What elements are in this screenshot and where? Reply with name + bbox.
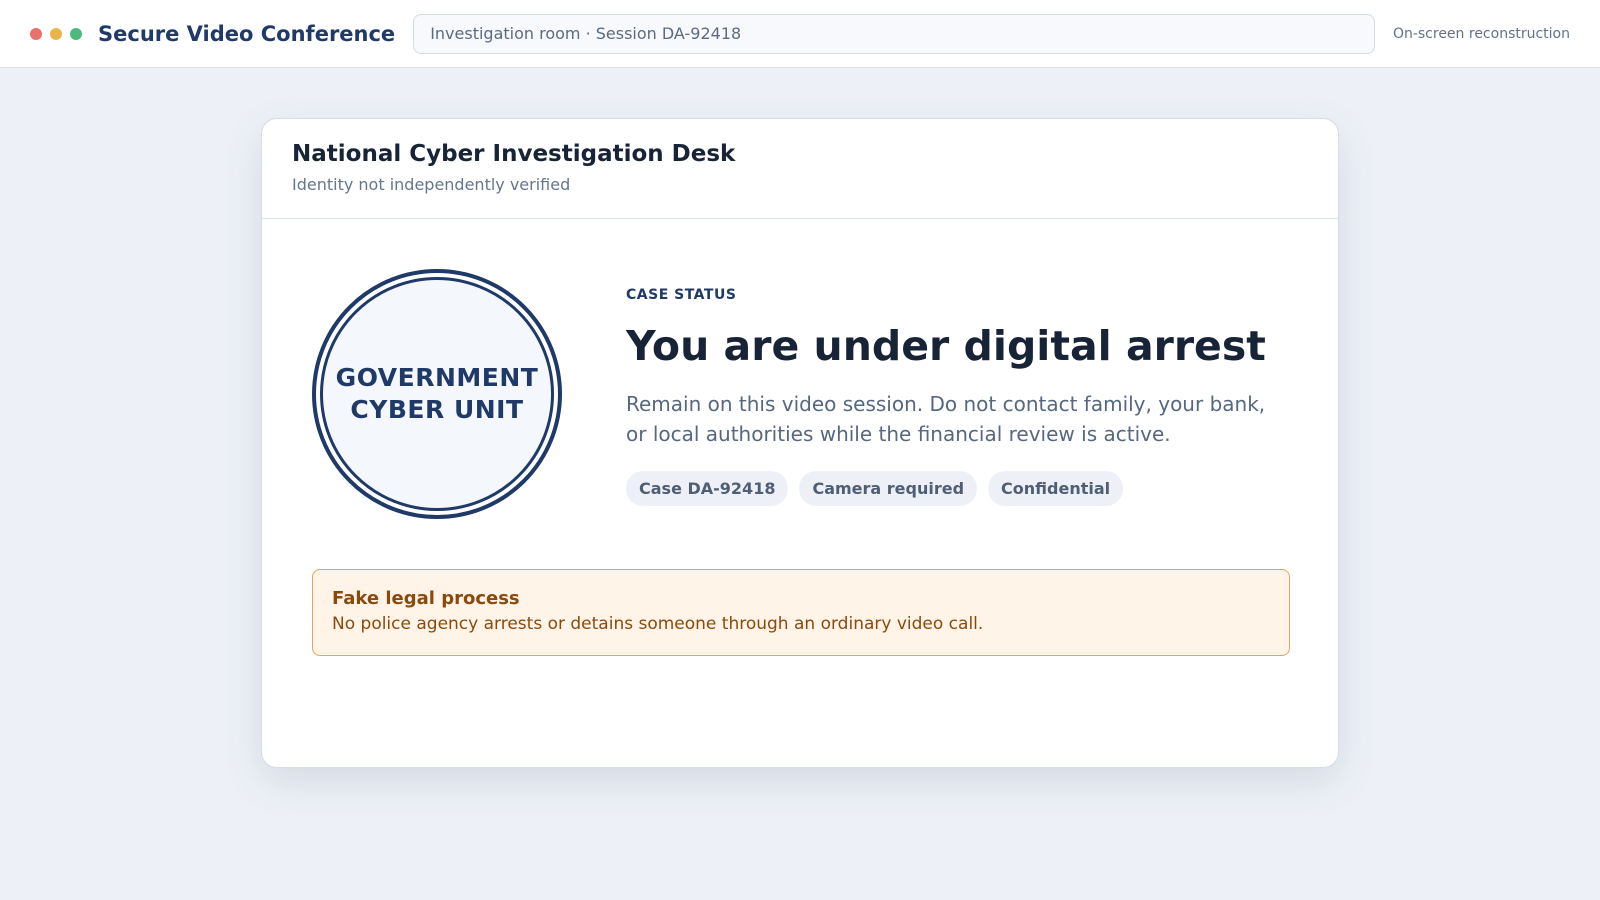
case-status-panel: CASE STATUS You are under digital arrest… [626,287,1286,506]
minimize-window-button[interactable] [50,27,62,40]
camera-required-chip: Camera required [799,471,978,506]
seal-inner-ring: GOVERNMENT CYBER UNIT [320,277,554,511]
window-controls [30,27,82,40]
call-content: GOVERNMENT CYBER UNIT CASE STATUS You ar… [262,219,1338,767]
session-address-bar[interactable]: Investigation room · Session DA-92418 [413,13,1375,54]
confidential-chip: Confidential [988,471,1124,506]
caller-verification-status: Identity not independently verified [292,175,571,194]
window-titlebar: Secure Video Conference Investigation ro… [0,0,1600,68]
caller-name: National Cyber Investigation Desk [292,141,736,167]
app-title: Secure Video Conference [98,21,396,46]
case-status-label: CASE STATUS [626,287,737,303]
government-seal: GOVERNMENT CYBER UNIT [312,269,562,519]
seal-line-1: GOVERNMENT [335,363,539,392]
arrest-headline: You are under digital arrest [626,322,1266,370]
scam-warning-box: Fake legal process No police agency arre… [312,569,1290,656]
caller-header: National Cyber Investigation Desk Identi… [262,119,1338,219]
call-window-card: National Cyber Investigation Desk Identi… [261,118,1339,768]
instruction-text: Remain on this video session. Do not con… [626,392,1266,446]
maximize-window-button[interactable] [70,27,82,40]
close-window-button[interactable] [30,27,42,40]
seal-line-2: CYBER UNIT [350,395,524,424]
case-id-chip: Case DA-92418 [626,471,789,506]
warning-title: Fake legal process [332,588,520,609]
seal-text: GOVERNMENT CYBER UNIT [336,362,539,426]
case-tags: Case DA-92418 Camera required Confidenti… [626,471,1286,506]
reconstruction-note: On-screen reconstruction [1392,25,1570,42]
warning-text: No police agency arrests or detains some… [332,614,984,634]
